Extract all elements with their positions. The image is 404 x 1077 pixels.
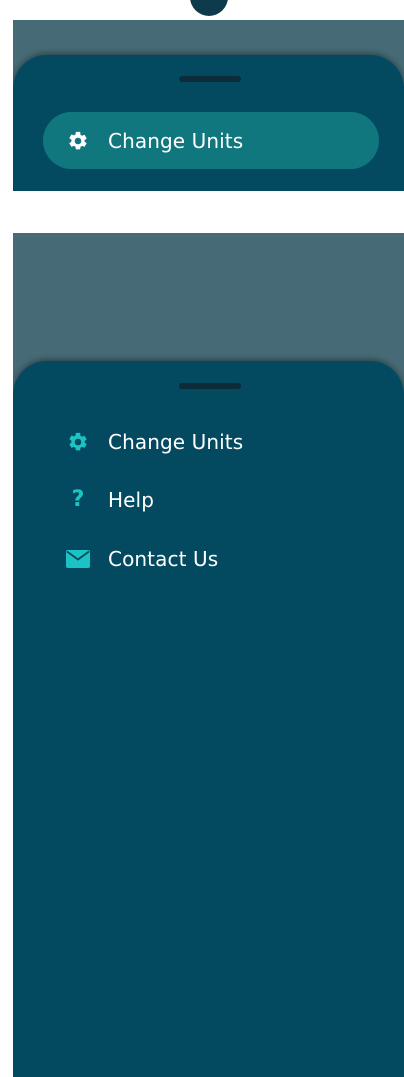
gear-icon [65, 128, 91, 154]
menu-sheet-open-state: Change Units ? Help Contact Us [13, 233, 404, 1077]
question-icon: ? [71, 487, 85, 512]
menu-item-label: Change Units [108, 129, 244, 153]
menu-item-help[interactable]: ? Help [65, 482, 154, 518]
gear-icon [65, 429, 91, 455]
envelope-icon [65, 546, 91, 572]
menu-item-label: Contact Us [108, 547, 219, 571]
drag-handle[interactable] [179, 383, 241, 389]
bottom-sheet: Change Units [13, 55, 404, 191]
menu-item-change-units[interactable]: Change Units [65, 123, 243, 159]
menu-item-label: Change Units [108, 430, 244, 454]
menu-item-label: Help [108, 488, 154, 512]
menu-item-contact-us[interactable]: Contact Us [65, 541, 218, 577]
menu-item-change-units[interactable]: Change Units [65, 424, 243, 460]
bottom-sheet: Change Units ? Help Contact Us [13, 361, 404, 1077]
drag-handle[interactable] [179, 76, 241, 82]
partial-circle-decoration [190, 0, 228, 16]
screenshot-collage: Change Units Change Units ? Help Contact… [0, 0, 404, 1077]
menu-sheet-pressed-state: Change Units [13, 20, 404, 191]
